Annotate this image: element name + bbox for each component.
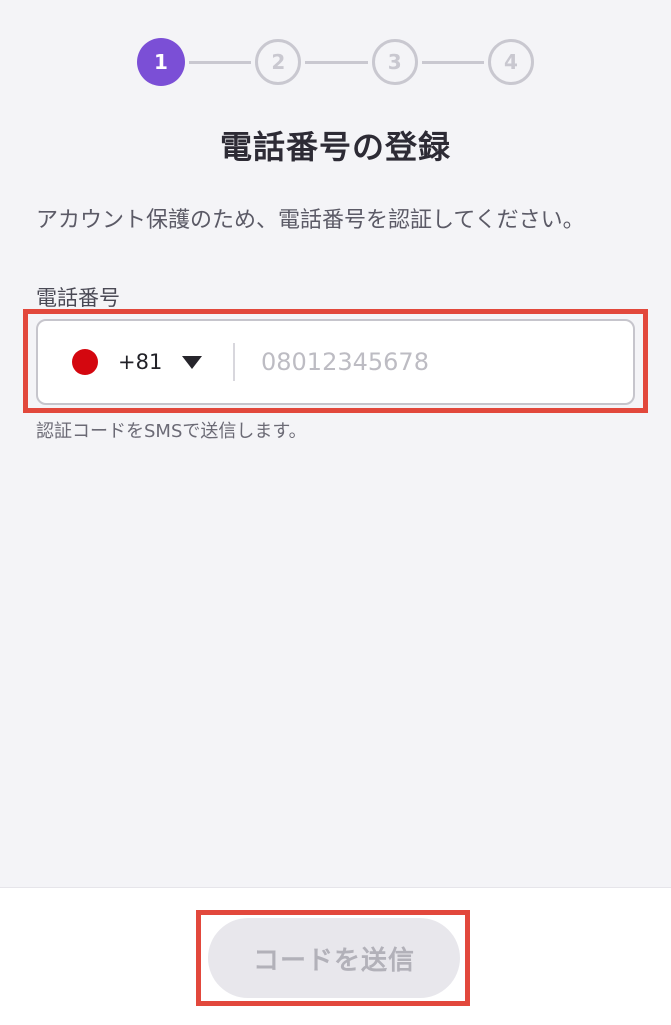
- step-connector: [305, 60, 368, 64]
- sms-helper-text: 認証コードをSMSで送信します。: [36, 421, 307, 442]
- step-connector: [421, 60, 484, 64]
- progress-stepper: 1 2 3 4: [137, 38, 534, 86]
- step-connector: [189, 60, 252, 64]
- dial-code: +81: [118, 350, 163, 374]
- phone-number-field: +81: [36, 319, 635, 405]
- step-1-indicator: 1: [137, 38, 185, 86]
- phone-number-input[interactable]: [235, 331, 623, 393]
- step-4-indicator: 4: [487, 39, 534, 85]
- caret-down-icon: [182, 355, 203, 369]
- country-code-selector[interactable]: +81: [38, 321, 233, 403]
- phone-field-label: 電話番号: [36, 286, 120, 310]
- step-2-indicator: 2: [255, 39, 302, 85]
- step-3-indicator: 3: [371, 39, 418, 85]
- page-title: 電話番号の登録: [219, 128, 451, 166]
- japan-flag-icon: [72, 349, 98, 375]
- description-text: アカウント保護のため、電話番号を認証してください。: [36, 208, 585, 233]
- send-code-button[interactable]: コードを送信: [208, 918, 460, 998]
